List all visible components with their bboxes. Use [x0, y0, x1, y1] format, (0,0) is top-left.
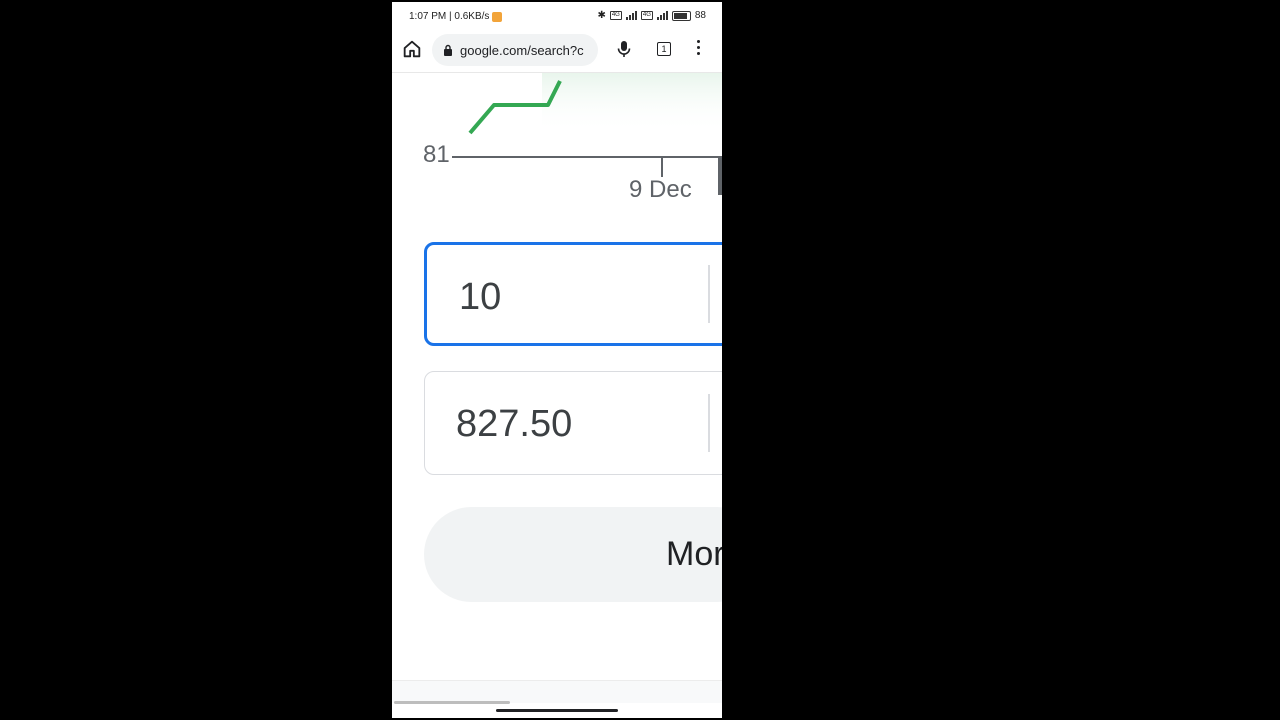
home-indicator[interactable]	[496, 709, 618, 712]
result-input[interactable]: 827.50	[424, 371, 722, 475]
status-left: 1:07 PM | 0.6KB/s	[409, 11, 503, 22]
tabs-button[interactable]: 1	[657, 42, 671, 56]
network-type-badge: 4G	[609, 11, 622, 20]
y-tick-label: 81	[423, 141, 450, 168]
input-divider	[708, 394, 710, 452]
signal-icon	[656, 11, 668, 20]
app-notification-icon	[492, 11, 503, 22]
more-vert-icon[interactable]	[692, 40, 704, 58]
battery-percent: 88	[694, 10, 706, 21]
lock-icon	[444, 44, 452, 56]
signal-icon	[625, 11, 637, 20]
bottom-bar	[392, 680, 722, 703]
phone-screen: 1:07 PM | 0.6KB/s ✱ 4G 4G 88 google.com/…	[392, 2, 722, 718]
home-icon[interactable]	[401, 38, 423, 60]
bluetooth-icon: ✱	[597, 10, 606, 21]
browser-toolbar: google.com/search?c 1	[392, 30, 722, 73]
url-text: google.com/search?c	[460, 42, 584, 58]
status-right: ✱ 4G 4G 88	[597, 10, 706, 21]
network-type-badge: 4G	[640, 11, 653, 20]
amount-input[interactable]: 10	[424, 242, 722, 346]
status-time-speed: 1:07 PM | 0.6KB/s	[409, 11, 490, 22]
mic-icon[interactable]	[614, 39, 634, 59]
address-bar[interactable]: google.com/search?c	[432, 34, 598, 66]
result-value: 827.50	[456, 403, 573, 445]
scroll-indicator	[394, 701, 510, 704]
more-button[interactable]: Mor	[424, 507, 722, 602]
status-bar: 1:07 PM | 0.6KB/s ✱ 4G 4G 88	[392, 2, 722, 30]
input-divider	[708, 265, 710, 323]
price-chart: 81 9 Dec	[392, 73, 722, 203]
x-tick-label: 9 Dec	[629, 176, 692, 203]
amount-value: 10	[459, 276, 502, 318]
chart-area-fill	[542, 73, 722, 133]
more-button-label: Mor	[666, 535, 722, 573]
battery-icon	[671, 10, 691, 21]
